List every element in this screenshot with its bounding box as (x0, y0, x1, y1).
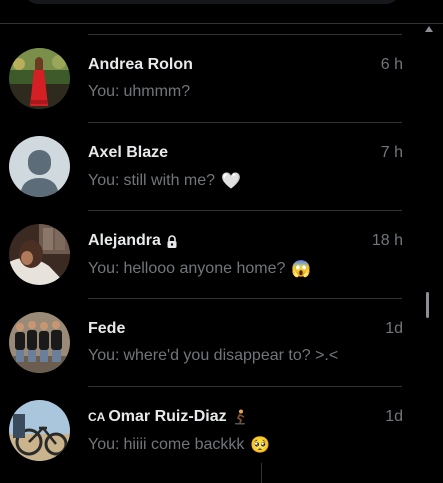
timestamp: 7 h (380, 144, 403, 161)
you-label: You: (88, 172, 120, 189)
contact-name: Axel Blaze (88, 144, 169, 161)
contact-name-line: Alejandra (88, 232, 178, 250)
avatar[interactable] (9, 48, 70, 109)
row-divider (88, 34, 402, 35)
avatar-photo (9, 48, 70, 109)
avatar[interactable] (9, 136, 70, 197)
screaming-face-emoji: 😱 (291, 261, 312, 278)
conversation-row[interactable]: Andrea Rolon 6 h You: uhmmm? (0, 34, 420, 122)
contact-name: Andrea Rolon (88, 56, 193, 73)
message-preview: You: uhmmm? (88, 83, 190, 101)
row-divider (88, 210, 402, 211)
contact-name-line: Axel Blaze (88, 144, 168, 162)
contact-name: Fede (88, 320, 126, 337)
pleading-face-emoji: 🥺 (250, 437, 271, 454)
message-text: still with me? (123, 172, 216, 189)
you-label: You: (88, 83, 120, 100)
conversation-row[interactable]: Alejandra 18 h You: hellooo anyone home?… (0, 210, 420, 298)
top-bar (0, 0, 443, 24)
lock-icon (166, 234, 178, 248)
message-text: hiiii come backkk (123, 436, 245, 453)
white-heart-emoji: 🤍 (221, 173, 241, 190)
message-preview: You: hellooo anyone home? 😱 (88, 259, 311, 279)
contact-name-line: Andrea Rolon (88, 56, 193, 74)
avatar-photo (9, 400, 70, 461)
conversation-row[interactable]: Axel Blaze 7 h You: still with me? 🤍 (0, 122, 420, 210)
timestamp: 18 h (371, 232, 403, 249)
avatar-photo (9, 312, 70, 373)
message-preview: You: where'd you disappear to? >.< (88, 347, 338, 365)
bottom-divider (261, 463, 262, 483)
row-divider (88, 122, 402, 123)
skateboarder-emoji-icon (232, 409, 248, 425)
name-prefix: CA (88, 410, 106, 424)
scrollbar[interactable] (425, 24, 443, 483)
contact-name: Alejandra (88, 232, 161, 249)
you-label: You: (88, 436, 120, 453)
contact-name-line: CA Omar Ruiz-Diaz (88, 408, 248, 426)
scroll-up-arrow-icon[interactable] (425, 26, 433, 32)
conversation-row[interactable]: CA Omar Ruiz-Diaz 1d You: hiiii come bac… (0, 386, 420, 474)
contact-name: Omar Ruiz-Diaz (108, 408, 227, 425)
avatar[interactable] (9, 312, 70, 373)
you-label: You: (88, 347, 120, 364)
message-preview: You: hiiii come backkk 🥺 (88, 435, 270, 455)
row-divider (88, 298, 402, 299)
row-divider (88, 386, 402, 387)
search-field[interactable] (22, 0, 402, 4)
conversation-list: Andrea Rolon 6 h You: uhmmm? Axel Blaze … (0, 34, 420, 474)
message-text: hellooo anyone home? (123, 260, 286, 277)
message-text: where'd you disappear to? >.< (123, 347, 339, 364)
conversation-row[interactable]: Fede 1d You: where'd you disappear to? >… (0, 298, 420, 386)
you-label: You: (88, 260, 120, 277)
default-avatar-icon (9, 136, 70, 197)
avatar-photo (9, 224, 70, 285)
message-text: uhmmm? (123, 83, 191, 100)
timestamp: 1d (385, 408, 403, 425)
avatar[interactable] (9, 224, 70, 285)
contact-name-line: Fede (88, 320, 125, 338)
avatar[interactable] (9, 400, 70, 461)
timestamp: 6 h (380, 56, 403, 73)
scrollbar-thumb[interactable] (426, 292, 429, 318)
timestamp: 1d (385, 320, 403, 337)
message-preview: You: still with me? 🤍 (88, 171, 241, 191)
